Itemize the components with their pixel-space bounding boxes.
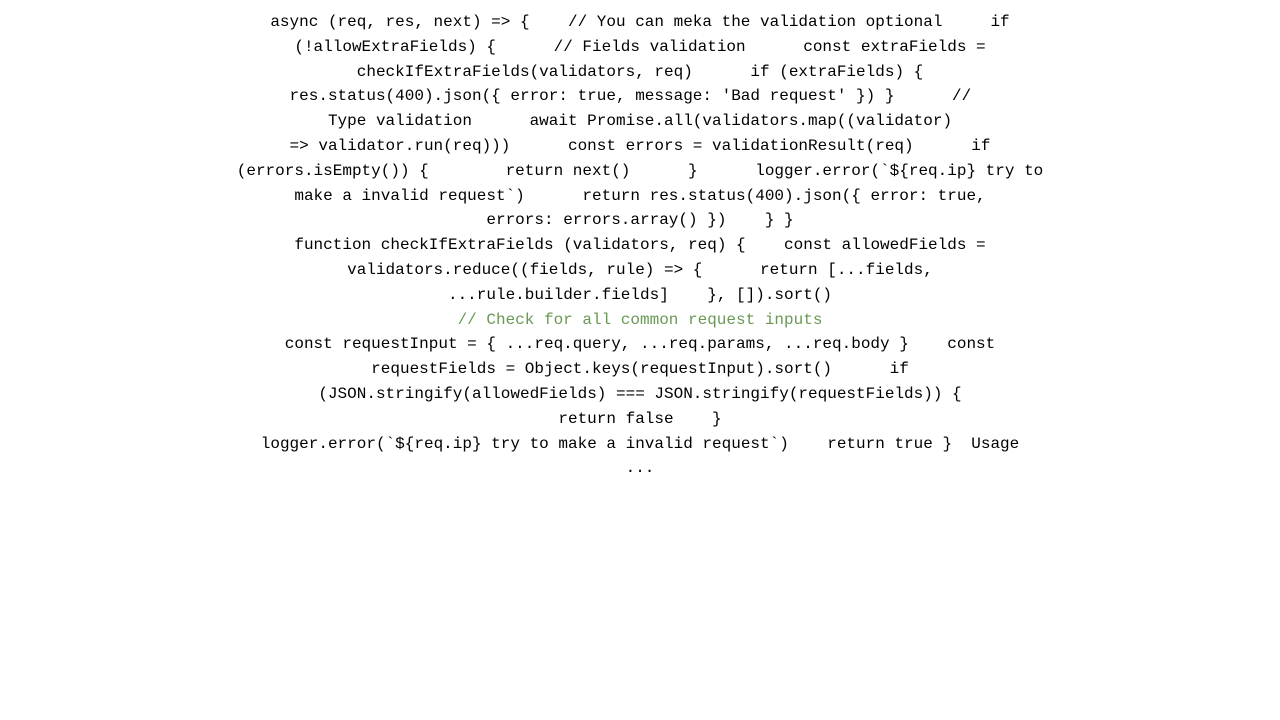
code-line: async (req, res, next) => { // You can m… [270,13,1009,31]
code-line: // Check for all common request inputs [458,311,823,329]
code-line: => validator.run(req))) const errors = v… [290,137,991,155]
code-line: (errors.isEmpty()) { return next() } log… [237,162,1044,180]
code-line: ...rule.builder.fields] }, []).sort() [448,286,832,304]
code-line: const requestInput = { ...req.query, ...… [285,335,996,353]
code-line: make a invalid request`) return res.stat… [294,187,985,205]
code-line: res.status(400).json({ error: true, mess… [290,87,991,105]
code-block: async (req, res, next) => { // You can m… [0,0,1280,491]
code-line: requestFields = Object.keys(requestInput… [371,360,909,378]
code-line: validators.reduce((fields, rule) => { re… [347,261,933,279]
code-container: async (req, res, next) => { // You can m… [0,0,1280,720]
code-line: return false } [558,410,721,428]
code-line: (JSON.stringify(allowedFields) === JSON.… [318,385,961,403]
code-line: Type validation await Promise.all(valida… [328,112,952,130]
code-line: errors: errors.array() }) } } [486,211,793,229]
code-line: checkIfExtraFields(validators, req) if (… [357,63,924,81]
code-line: logger.error(`${req.ip} try to make a in… [261,435,1020,453]
code-line: ... [626,459,655,477]
code-line: function checkIfExtraFields (validators,… [294,236,985,254]
code-line: (!allowExtraFields) { // Fields validati… [294,38,985,56]
